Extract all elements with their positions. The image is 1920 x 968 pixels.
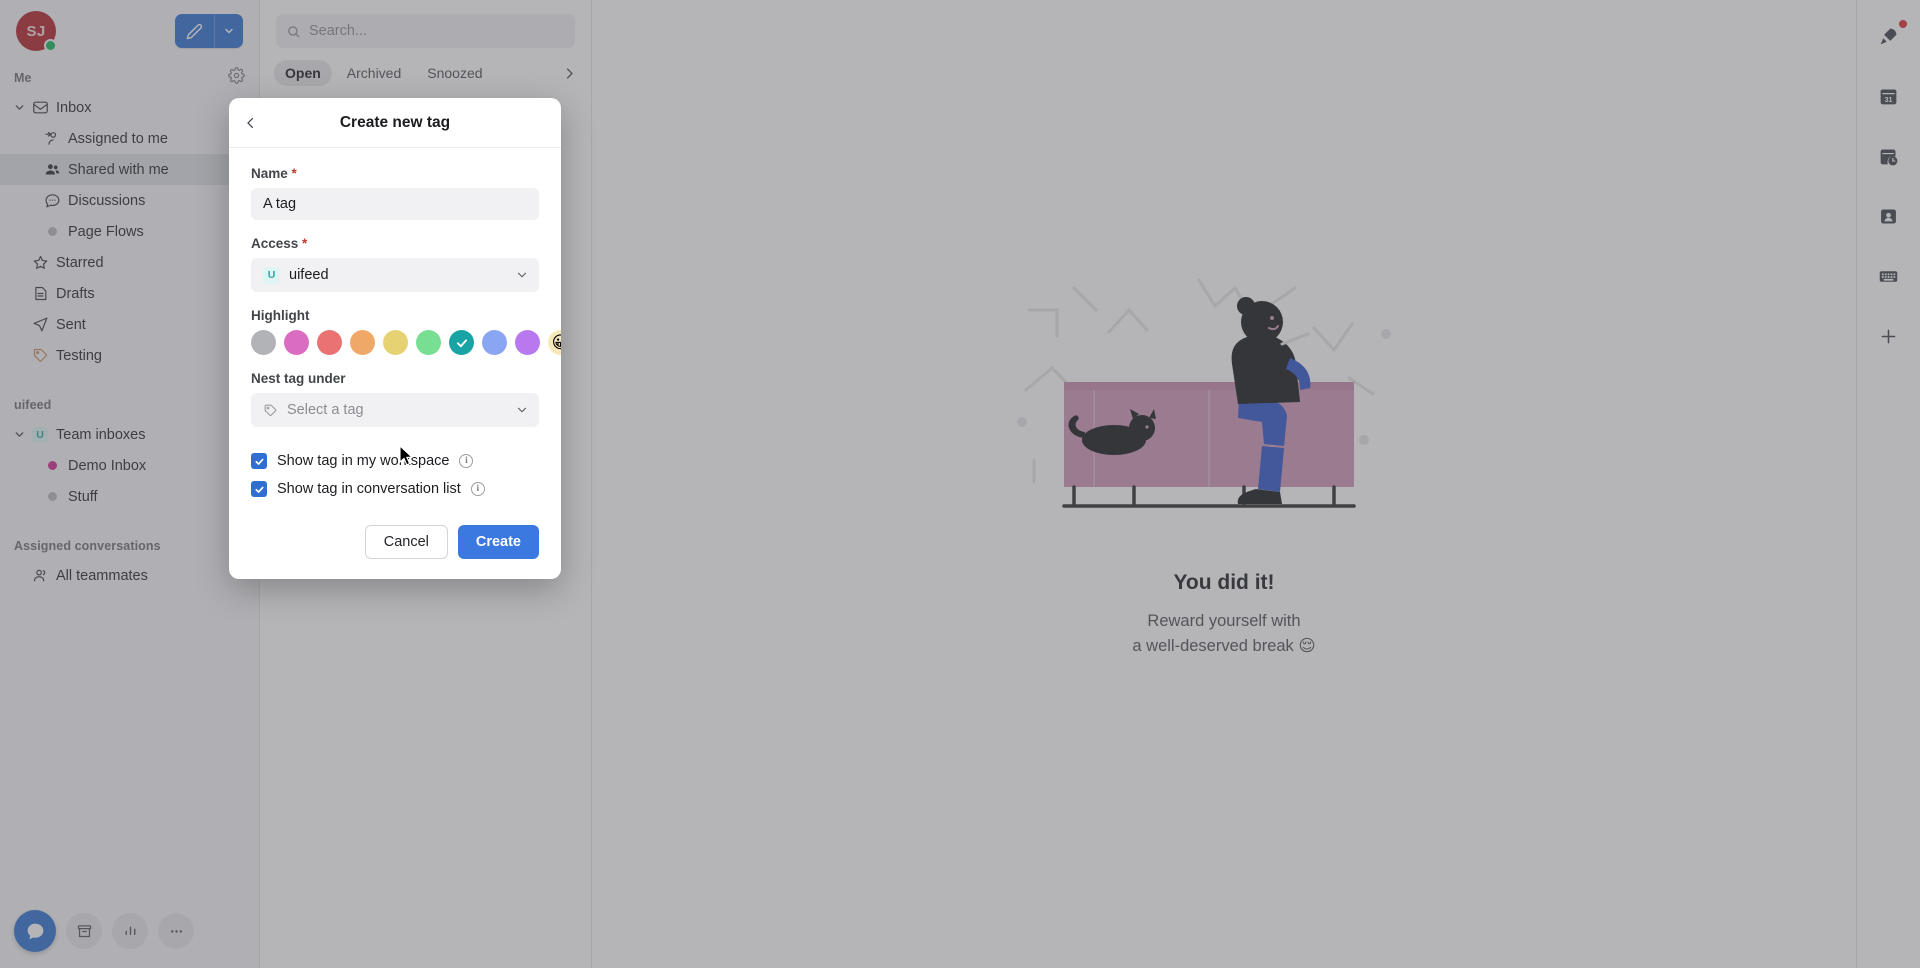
info-icon[interactable]: i [459, 454, 474, 468]
back-button[interactable] [243, 115, 258, 130]
tag-icon [263, 403, 278, 418]
swatch-purple[interactable] [515, 330, 540, 355]
app-window: SJ Me Inbox Assigned to me Shared with m… [0, 0, 1920, 968]
show-tag-in-workspace-row[interactable]: Show tag in my workspace i [251, 447, 539, 475]
access-field-group: Access * U uifeed [251, 236, 539, 292]
create-tag-dialog: Create new tag Name * A tag Access * U u… [229, 98, 561, 579]
access-label: Access * [251, 236, 308, 251]
workspace-badge-letter: U [267, 269, 276, 281]
nest-label: Nest tag under [251, 371, 346, 386]
chevron-down-icon [515, 403, 529, 417]
dialog-actions: Cancel Create [251, 525, 539, 559]
access-select-value: uifeed [289, 267, 329, 283]
check-icon [456, 338, 467, 347]
swatch-pink[interactable] [284, 330, 309, 355]
dialog-checkbox-group: Show tag in my workspace i Show tag in c… [251, 447, 539, 503]
show-tag-in-conversation-list-checkbox[interactable] [251, 481, 267, 497]
cancel-button[interactable]: Cancel [364, 525, 448, 559]
checkbox-label: Show tag in my workspace [277, 453, 450, 469]
swatch-teal-selected[interactable] [449, 330, 474, 355]
swatch-blue[interactable] [482, 330, 507, 355]
emoji-glyph: 😀 [551, 333, 561, 352]
check-icon [254, 486, 264, 493]
dialog-title: Create new tag [339, 113, 451, 131]
access-select[interactable]: U uifeed [251, 258, 539, 292]
swatch-emoji[interactable]: 😀 [548, 330, 561, 355]
highlight-label: Highlight [251, 308, 310, 323]
swatch-green[interactable] [416, 330, 441, 355]
highlight-field-group: Highlight 😀 [251, 308, 561, 355]
mouse-cursor [399, 445, 414, 466]
swatch-yellow[interactable] [383, 330, 408, 355]
name-input-value: A tag [263, 196, 297, 212]
check-icon [254, 458, 264, 465]
nest-field-group: Nest tag under Select a tag [251, 371, 539, 427]
required-marker: * [287, 166, 297, 181]
nest-tag-select[interactable]: Select a tag [251, 393, 539, 427]
checkbox-label: Show tag in conversation list [277, 481, 461, 497]
chevron-left-icon [247, 117, 253, 128]
nest-tag-placeholder: Select a tag [287, 402, 364, 418]
highlight-swatch-row: 😀 [251, 330, 561, 355]
swatch-red[interactable] [317, 330, 342, 355]
name-label: Name * [251, 166, 297, 181]
swatch-orange[interactable] [350, 330, 375, 355]
show-tag-in-conversation-list-row[interactable]: Show tag in conversation list i [251, 475, 539, 503]
workspace-badge-icon: U [263, 266, 280, 284]
name-input[interactable]: A tag [251, 188, 539, 220]
create-button[interactable]: Create [457, 525, 539, 559]
show-tag-in-workspace-checkbox[interactable] [251, 453, 267, 469]
swatch-gray[interactable] [251, 330, 276, 355]
required-marker: * [298, 236, 308, 251]
dialog-header: Create new tag [229, 98, 561, 148]
name-field-group: Name * A tag [251, 166, 539, 220]
info-icon[interactable]: i [470, 482, 485, 496]
dialog-body: Name * A tag Access * U uifeed Highlight… [229, 148, 561, 579]
chevron-down-icon [515, 268, 529, 282]
